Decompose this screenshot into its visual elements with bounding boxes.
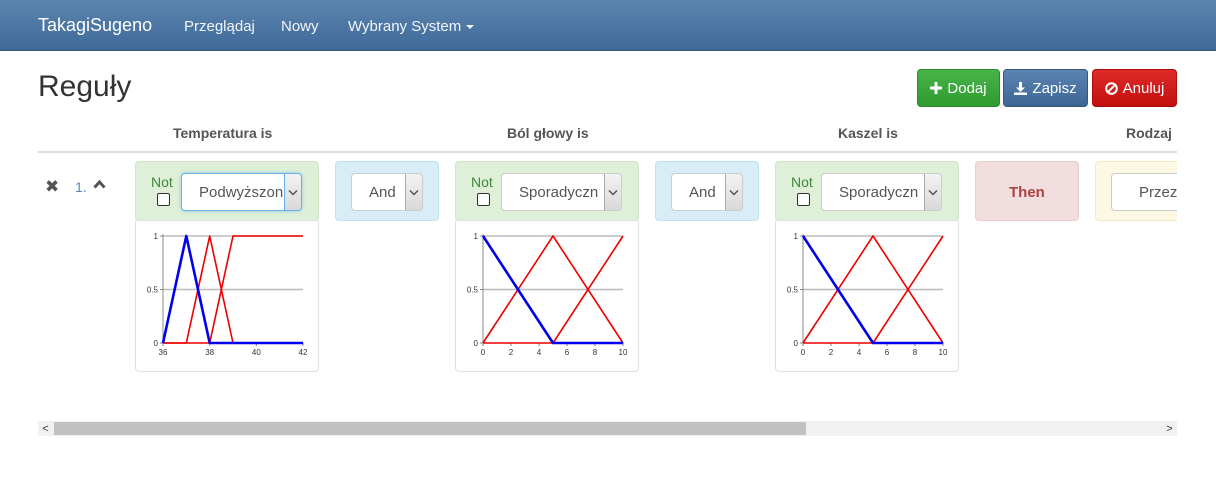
y-tick-label: 0 <box>474 339 479 348</box>
x-tick-label: 10 <box>619 348 628 357</box>
headache-set-value: Sporadyczn <box>519 184 599 201</box>
add-button-label: Dodaj <box>947 79 987 97</box>
conclusion-panel: Przezi <box>1095 161 1177 221</box>
chevron-down-icon <box>405 174 422 210</box>
conclusion-value: Przezi <box>1139 184 1177 201</box>
not-label: Not <box>471 174 493 190</box>
temperature-set-value: Podwyższon <box>199 184 284 201</box>
not-checkbox[interactable] <box>477 193 490 206</box>
y-tick-label: 0 <box>154 339 159 348</box>
x-tick-label: 6 <box>885 348 890 357</box>
x-tick-label: 8 <box>593 348 598 357</box>
add-button[interactable]: Dodaj <box>917 69 1000 107</box>
brand-link[interactable]: TakagiSugeno <box>38 15 152 36</box>
rule-row: ✖ 1. Not Podwyższon 0 0.5 1 36 38 40 42 And No… <box>38 153 1177 418</box>
premise-panel-headache: Not Sporadyczn <box>455 161 639 221</box>
x-tick-label: 4 <box>857 348 862 357</box>
x-tick-label: 0 <box>481 348 486 357</box>
headache-membership-chart: 00.510 2 4 6 8 10 <box>467 232 628 357</box>
premise-panel-temperature: Not Podwyższon <box>135 161 319 221</box>
x-tick-label: 4 <box>537 348 542 357</box>
conclusion-select[interactable]: Przezi <box>1111 173 1177 211</box>
cough-set-value: Sporadyczn <box>839 184 919 201</box>
x-tick-label: 42 <box>299 348 308 357</box>
chevron-down-icon <box>604 174 621 210</box>
plus-icon <box>930 82 943 94</box>
nav-browse-link[interactable]: Przeglądaj <box>184 18 255 35</box>
page-title: Reguły <box>38 70 132 103</box>
chevron-down-icon <box>725 174 742 210</box>
x-tick-label: 2 <box>829 348 834 357</box>
caret-down-icon <box>466 25 475 30</box>
operator-select-2[interactable]: And <box>671 173 743 211</box>
ban-icon <box>1104 81 1118 95</box>
x-tick-label: 6 <box>565 348 570 357</box>
temperature-membership-chart: 0 0.5 1 36 38 40 42 <box>147 232 308 357</box>
temperature-set-select[interactable]: Podwyższon <box>181 173 302 211</box>
nav-new-link[interactable]: Nowy <box>281 18 319 35</box>
premise-panel-cough: Not Sporadyczn <box>775 161 959 221</box>
operator-select-1[interactable]: And <box>351 173 423 211</box>
horizontal-scrollbar[interactable]: < > <box>38 421 1177 436</box>
y-tick-label: 0.5 <box>467 286 479 295</box>
operator-panel-1: And <box>335 161 439 221</box>
cough-membership-chart: 00.510 2 4 6 8 10 <box>787 232 948 357</box>
not-label: Not <box>151 174 173 190</box>
column-header-temperature: Temperatura is <box>173 125 273 141</box>
scroll-right-arrow-icon[interactable]: > <box>1162 421 1177 436</box>
nav-selected-system-dropdown[interactable]: Wybrany System <box>348 18 475 35</box>
scrollbar-thumb[interactable] <box>54 422 806 435</box>
cough-chart-box: 0 0.5 1 0 2 4 6 8 10 <box>775 220 959 372</box>
operator-panel-2: And <box>655 161 759 221</box>
not-label: Not <box>791 174 813 190</box>
cough-set-select[interactable]: Sporadyczn <box>821 173 942 211</box>
download-icon <box>1014 81 1028 95</box>
nav-selected-system-label: Wybrany System <box>348 18 462 35</box>
chevron-down-icon <box>284 174 301 210</box>
then-label: Then <box>1009 184 1045 201</box>
column-header-conclusion: Rodzaj <box>1126 125 1172 141</box>
cancel-button[interactable]: Anuluj <box>1092 69 1177 107</box>
y-tick-label: 0.5 <box>787 286 799 295</box>
rule-number: 1. <box>75 179 87 195</box>
save-button[interactable]: Zapisz <box>1003 69 1088 107</box>
y-tick-label: 1 <box>794 232 799 241</box>
cancel-button-label: Anuluj <box>1122 79 1165 97</box>
scroll-left-arrow-icon[interactable]: < <box>38 421 53 436</box>
headache-set-select[interactable]: Sporadyczn <box>501 173 622 211</box>
move-up-icon[interactable] <box>93 180 106 189</box>
column-header-cough: Kaszel is <box>838 125 898 141</box>
x-tick-label: 0 <box>801 348 806 357</box>
not-checkbox[interactable] <box>797 193 810 206</box>
temperature-chart-box: 0 0.5 1 36 38 40 42 <box>135 220 319 372</box>
navbar: TakagiSugeno Przeglądaj Nowy Wybrany Sys… <box>0 0 1216 51</box>
y-tick-label: 1 <box>154 232 159 241</box>
then-panel: Then <box>975 161 1079 221</box>
x-tick-label: 8 <box>913 348 918 357</box>
y-tick-label: 0 <box>794 339 799 348</box>
x-tick-label: 10 <box>939 348 948 357</box>
operator-value-2: And <box>689 184 716 201</box>
column-header-headache: Ból głowy is <box>507 125 589 141</box>
not-checkbox[interactable] <box>157 193 170 206</box>
headache-chart-box: 0 0.5 1 0 2 4 6 8 10 <box>455 220 639 372</box>
x-tick-label: 36 <box>159 348 168 357</box>
x-tick-label: 38 <box>205 348 214 357</box>
operator-value-1: And <box>369 184 396 201</box>
y-tick-label: 0.5 <box>147 286 159 295</box>
delete-rule-icon[interactable]: ✖ <box>45 177 59 197</box>
x-tick-label: 2 <box>509 348 514 357</box>
y-tick-label: 1 <box>474 232 479 241</box>
save-button-label: Zapisz <box>1032 79 1077 97</box>
x-tick-label: 40 <box>252 348 261 357</box>
chevron-down-icon <box>924 174 941 210</box>
